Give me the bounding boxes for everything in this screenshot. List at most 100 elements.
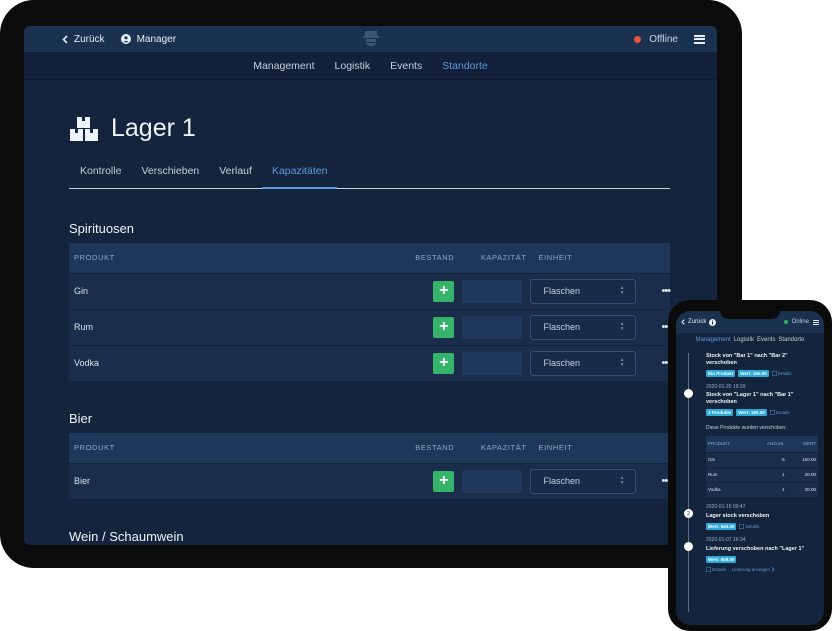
top-bar: Zurück Manager Offline [24,26,717,52]
tab-verschieben[interactable]: Verschieben [131,165,209,188]
phone-screen: Zurück Online Management Logistik Events… [676,311,824,625]
section-title: Bier [69,411,93,426]
user-menu[interactable]: Manager [120,33,177,45]
row-more-button[interactable]: ••• [639,344,671,381]
add-stock-button[interactable]: + [433,316,455,338]
event-badges: Wert: 558.00 [706,556,818,563]
unit-select[interactable]: Flaschen ▲ ▼ [529,350,636,376]
phone-nav: Management Logistik Events Standorte [676,333,824,346]
capacity-input[interactable] [462,315,523,339]
badge: 3 Produkte [706,409,734,416]
status-label: Offline [649,33,678,45]
product-name: Bier [69,462,411,499]
nav-management[interactable]: Management [253,60,314,72]
col-header-unit: EINHEIT [529,243,640,273]
product-name: Gin [69,272,411,309]
timeline-event: 2 2020-01-15 09:47 Lager stock verschobe… [684,504,818,530]
details-label: Details [712,567,726,572]
user-circle-icon [120,34,131,44]
show-delivery-label: Lieferung anzeigen [731,567,771,572]
details-label: Details [745,524,760,529]
row-more-button[interactable]: ••• [639,272,671,309]
phone-nav-logistik[interactable]: Logistik [734,337,754,343]
col-header-actions [639,243,670,273]
capacity-table: PRODUKT BESTAND KAPAZITÄT EINHEIT Gin + Flasch… [69,243,671,381]
timeline-event: Stock von "Bar 1" nach "Bar 2" verschobe… [706,353,818,377]
nav-logistik[interactable]: Logistik [335,60,371,72]
details-link[interactable]: Details [771,371,792,376]
info-circle-icon[interactable] [709,318,717,326]
event-title: Lieferung verschoben nach "Lager 1" [706,546,805,552]
event-badges: Ein Produkt Wert: 150.00 Details [706,370,818,377]
badge: Wert: 180.00 [736,409,767,416]
page-header: Lager 1 [69,114,670,143]
timeline-event: 2020-01-07 16:34 Lieferung verschoben na… [684,537,818,572]
unit-value: Flaschen [543,322,581,332]
user-label: Manager [136,33,177,45]
unit-select[interactable]: Flaschen ▲ ▼ [529,468,636,494]
table-row: Rum 1 20.00 [706,466,818,482]
hamburger-menu-icon[interactable] [813,319,819,325]
unit-value: Flaschen [543,358,581,369]
tab-verlauf[interactable]: Verlauf [209,165,262,188]
add-stock-button[interactable]: + [433,352,455,374]
table-row: Vodka 1 20.00 [706,481,818,497]
list-icon [739,524,745,529]
add-stock-button[interactable]: + [433,470,455,492]
details-link[interactable]: Details [769,410,789,415]
event-timeline: Stock von "Bar 1" nach "Bar 2" verschobe… [676,353,824,612]
badge: Wert: 540.00 [706,523,737,530]
nav-events[interactable]: Events [390,60,422,72]
event-title: Lager stock verschoben [706,513,770,519]
unit-select[interactable]: Flaschen ▲ ▼ [529,314,636,340]
phone-status-label: Online [791,319,809,325]
phone-device: Zurück Online Management Logistik Events… [668,300,832,631]
tablet-device: Zurück Manager Offline Management Logist… [0,0,742,568]
product-name: Rum [69,308,411,345]
event-title: Stock von "Bar 1" nach "Bar 2" verschobe… [706,353,788,366]
nav-standorte[interactable]: Standorte [442,60,488,72]
cell: Gin [706,451,749,467]
cell: Rum [706,466,749,482]
chevron-left-icon [681,319,685,325]
tab-kontrolle[interactable]: Kontrolle [69,165,131,188]
col-header-capacity: KAPAZITÄT [462,433,530,463]
row-more-button[interactable]: ••• [639,462,671,499]
table-row: Gin + Flaschen ▲ ▼ ••• [69,272,671,309]
page-title: Lager 1 [111,114,196,142]
details-link[interactable]: Details [739,524,759,529]
capacity-input[interactable] [462,279,523,303]
show-delivery-link[interactable]: Lieferung anzeigen [732,567,775,572]
add-stock-button[interactable]: + [433,280,455,302]
col-header-product: PRODUKT [69,243,411,273]
tab-kapazitaeten[interactable]: Kapazitäten [261,165,338,189]
list-icon [769,410,775,415]
phone-nav-management[interactable]: Management [696,337,731,343]
col-header-stock: BESTAND [410,433,463,463]
boxes-icon [70,116,98,141]
event-links: Details Lieferung anzeigen [706,567,818,572]
phone-nav-standorte[interactable]: Standorte [778,337,804,343]
unit-select[interactable]: Flaschen ▲ ▼ [529,278,636,304]
moved-products-table: PRODUKT ANZAHL WERT Gin 6 150.00 Rum 1 2… [706,436,818,497]
back-button[interactable]: Zurück [62,34,105,45]
phone-notch [720,311,780,319]
cell: 150.00 [786,451,818,467]
phone-back-label: Zurück [688,319,707,325]
phone-back-button[interactable]: Zurück [681,318,717,326]
cell: 1 [748,481,787,497]
capacity-input[interactable] [462,469,523,493]
event-date: 2020-01-07 16:34 [706,537,746,543]
row-more-button[interactable]: ••• [639,308,671,345]
phone-nav-events[interactable]: Events [757,337,775,343]
list-icon [706,567,711,572]
details-link[interactable]: Details [706,567,726,572]
details-label: Details [777,371,792,376]
cell: Vodka [706,481,749,497]
moved-note: Diese Produkte wurden verschoben: [706,425,787,431]
badge: Wert: 150.00 [738,370,769,377]
product-name: Vodka [69,344,411,381]
hamburger-menu-icon[interactable] [694,34,705,44]
capacity-input[interactable] [462,351,523,375]
col-header-stock: BESTAND [410,243,463,273]
